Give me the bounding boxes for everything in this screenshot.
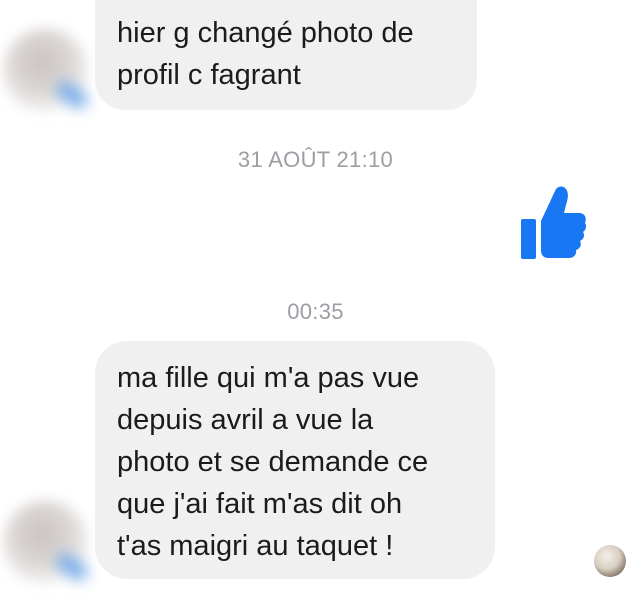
contact-avatar[interactable] [3,28,89,114]
timestamp-divider: 00:35 [287,299,344,324]
chat-thread: hier g changé photo de profil c fagrant … [0,0,631,600]
thumbs-up-icon[interactable] [519,185,587,261]
contact-avatar[interactable] [3,500,89,586]
message-bubble-incoming[interactable]: hier g changé photo de profil c fagrant [95,0,477,110]
read-receipt-avatar [594,545,626,577]
timestamp-divider: 31 AOÛT 21:10 [237,147,394,172]
message-bubble-incoming[interactable]: ma fille qui m'a pas vue depuis avril a … [95,341,495,579]
